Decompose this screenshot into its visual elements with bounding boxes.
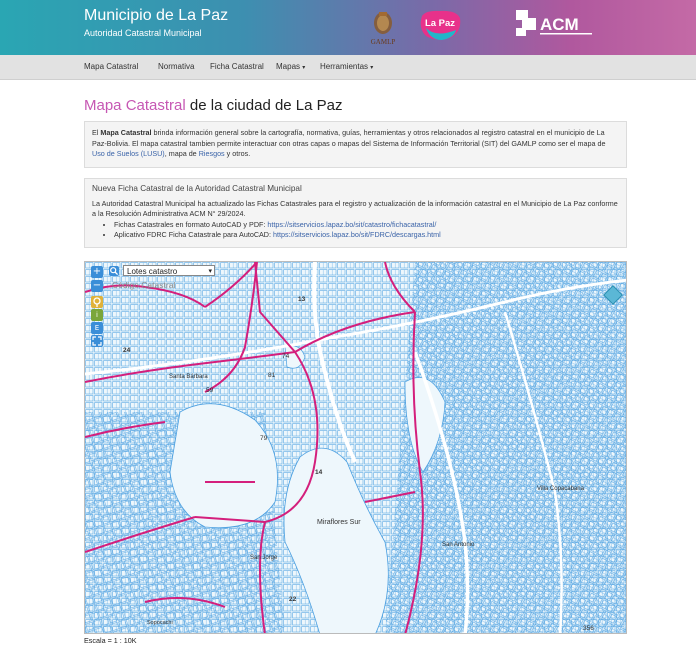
place-label: Villa Copacabana [537, 486, 585, 492]
info-bold: Mapa Catastral [100, 128, 152, 137]
link-uso-suelos[interactable]: Uso de Suelos (LUSU) [92, 149, 165, 158]
layer-select-value: Lotes catastro [127, 267, 178, 276]
chevron-down-icon: ▾ [302, 65, 306, 71]
district-number-label: 356 [583, 625, 594, 632]
news-body: La Autoridad Catastral Municipal ha actu… [92, 198, 618, 219]
district-number-label: 13 [298, 296, 306, 303]
layer-select[interactable]: Lotes catastro ▾ [123, 265, 215, 276]
info-text: brinda información general sobre la cart… [92, 128, 606, 148]
link-fichas-catastrales[interactable]: https://sitservicios.lapaz.bo/sit/catast… [267, 220, 436, 229]
site-subtitle: Autoridad Catastral Municipal [84, 28, 202, 38]
list-item-label: Aplicativo FDRC Ficha Catastrale para Au… [114, 230, 273, 239]
district-number-label: 74 [282, 353, 290, 360]
export-icon[interactable]: E [91, 322, 103, 334]
main-nav: Mapa Catastral Normativa Ficha Catastral… [0, 55, 696, 80]
list-item-label: Fichas Catastrales en formato AutoCAD y … [114, 219, 268, 229]
district-number-label: 22 [289, 596, 297, 603]
news-list: Fichas Catastrales en formato AutoCAD y … [92, 220, 619, 241]
place-label: San Antonio [442, 542, 475, 548]
nav-mapas[interactable]: Mapas ▾ [276, 62, 305, 71]
cadastral-map[interactable]: Miraflores Sur Santa Bárbara San Jorge Sopo… [84, 261, 627, 634]
place-label: Miraflores Sur [317, 519, 361, 526]
news-title: Nueva Ficha Catastral de la Autoridad Ca… [92, 184, 302, 193]
info-text: y otros. [224, 149, 251, 158]
district-number-label: 14 [315, 469, 323, 476]
map-canvas[interactable]: Miraflores Sur Santa Bárbara San Jorge Sopo… [85, 262, 627, 634]
nav-ficha-catastral[interactable]: Ficha Catastral [210, 62, 264, 71]
location-icon[interactable] [91, 296, 103, 308]
district-number-label: 79 [260, 435, 268, 442]
chevron-down-icon: ▾ [208, 268, 212, 275]
info-text: , mapa de [164, 149, 199, 158]
svg-text:La Paz: La Paz [425, 18, 455, 29]
place-label: Sopocachi [147, 620, 173, 626]
district-number-label: 59 [206, 387, 214, 394]
list-item: Aplicativo FDRC Ficha Catastrale para Au… [114, 230, 619, 241]
map-scale: Escala = 1 : 10K [84, 636, 137, 645]
nav-herramientas[interactable]: Herramientas ▾ [320, 62, 373, 71]
page-title-accent: Mapa Catastral [84, 97, 186, 114]
search-icon[interactable] [109, 266, 119, 276]
nav-mapas-label: Mapas [276, 62, 301, 71]
nav-normativa[interactable]: Normativa [158, 62, 194, 71]
info-icon[interactable]: i [91, 309, 103, 321]
district-number-label: 24 [123, 347, 131, 354]
cadastral-code-input[interactable]: Código Catastral [109, 279, 215, 291]
nav-mapa-catastral[interactable]: Mapa Catastral [84, 62, 138, 71]
lapaz-logo[interactable]: La Paz [416, 8, 464, 42]
page-title: Mapa Catastral de la ciudad de La Paz [84, 97, 343, 114]
page-title-rest: de la ciudad de La Paz [185, 97, 343, 114]
district-number-label: 81 [268, 372, 276, 379]
link-riesgos[interactable]: Riesgos [199, 149, 225, 158]
place-label: Santa Bárbara [169, 374, 208, 380]
news-panel: Nueva Ficha Catastral de la Autoridad Ca… [84, 178, 627, 248]
link-fdrc-descargas[interactable]: https://sitservicios.lapaz.bo/sit/FDRC/d… [273, 230, 441, 239]
site-header: Municipio de La Paz Autoridad Catastral … [0, 0, 696, 55]
nav-herramientas-label: Herramientas [320, 62, 369, 71]
fullscreen-icon[interactable] [91, 335, 103, 347]
place-label: San Jorge [250, 555, 278, 561]
svg-text:GAMLP: GAMLP [371, 38, 396, 46]
zoom-in-button[interactable]: + [91, 266, 103, 278]
site-title[interactable]: Municipio de La Paz [84, 7, 228, 25]
gamlp-logo[interactable]: GAMLP [362, 8, 404, 48]
acm-logo[interactable]: ACM [512, 8, 596, 38]
zoom-out-button[interactable]: − [91, 280, 103, 292]
chevron-down-icon: ▾ [370, 65, 374, 71]
info-panel: El Mapa Catastral brinda información gen… [84, 121, 627, 168]
list-item: Fichas Catastrales en formato AutoCAD y … [114, 220, 619, 231]
svg-text:ACM: ACM [540, 15, 579, 34]
